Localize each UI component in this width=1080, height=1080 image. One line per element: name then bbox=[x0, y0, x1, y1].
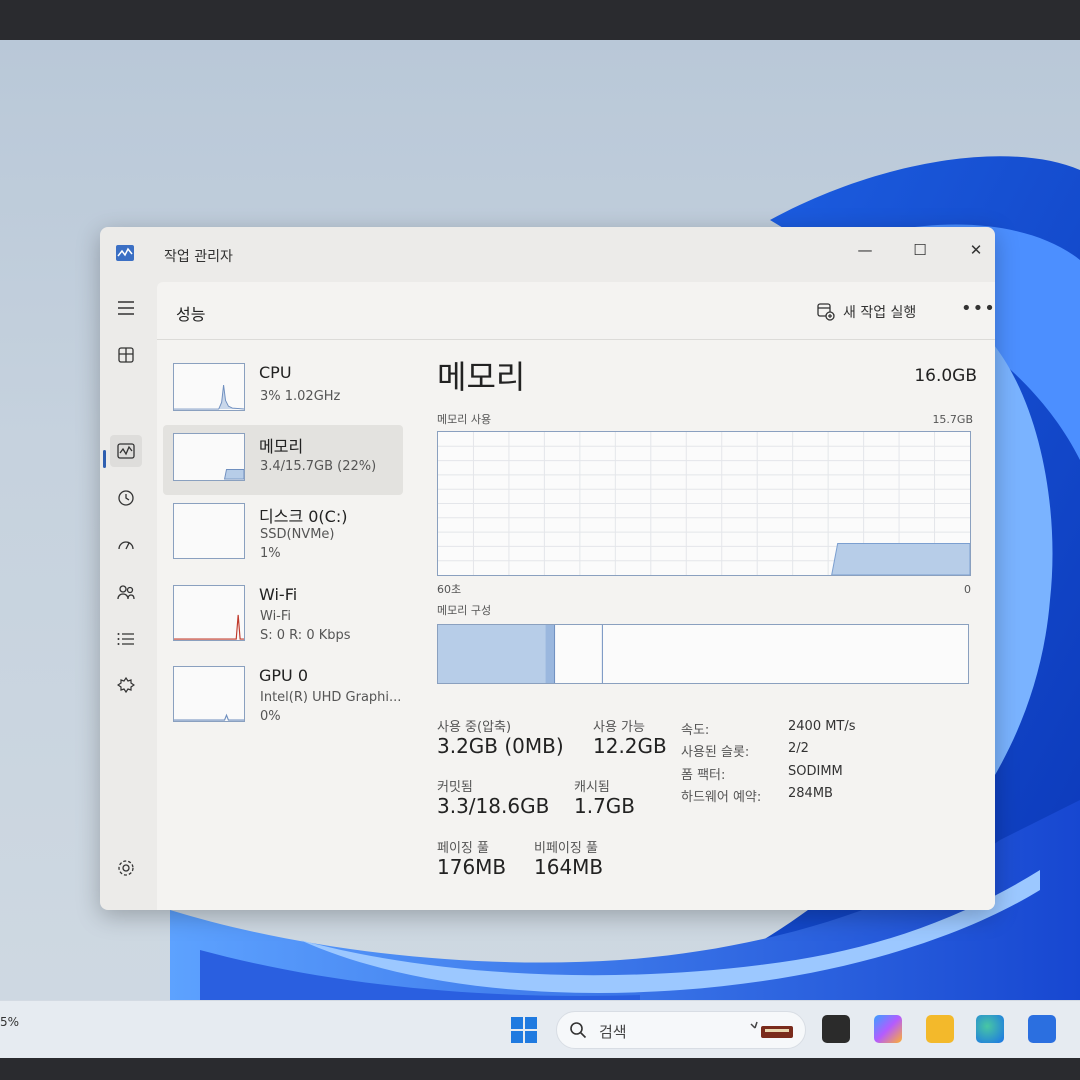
tray-fragment: 5% bbox=[0, 1015, 20, 1029]
resource-name: Wi-Fi bbox=[259, 585, 298, 604]
resource-detail: SSD(NVMe) bbox=[260, 527, 335, 542]
window-title: 작업 관리자 bbox=[164, 249, 233, 265]
memory-thumbnail-graph bbox=[173, 433, 245, 481]
resource-item-wifi[interactable]: Wi-Fi Wi-Fi S: 0 R: 0 Kbps bbox=[163, 577, 403, 647]
title-bar[interactable]: 작업 관리자 — ☐ ✕ bbox=[100, 227, 995, 277]
navigation-rail bbox=[100, 282, 155, 910]
speed-value: 2400 MT/s bbox=[788, 719, 856, 734]
content-header: 성능 새 작업 실행 ••• bbox=[157, 282, 995, 340]
memory-total: 16.0GB bbox=[914, 366, 977, 386]
graph-time-left: 60초 bbox=[437, 583, 462, 596]
menu-icon[interactable] bbox=[110, 292, 142, 324]
cpu-thumbnail-graph bbox=[173, 363, 245, 411]
resource-item-cpu[interactable]: CPU 3% 1.02GHz bbox=[163, 355, 403, 425]
resource-item-gpu[interactable]: GPU 0 Intel(R) UHD Graphi... 0% bbox=[163, 658, 403, 728]
slots-key: 사용된 슬롯: bbox=[681, 745, 750, 760]
performance-icon[interactable] bbox=[110, 435, 142, 467]
cached-label: 캐시됨 bbox=[574, 780, 610, 795]
resource-detail: 3.4/15.7GB (22%) bbox=[260, 459, 377, 474]
performance-content: 성능 새 작업 실행 ••• CPU 3% 1.02GHz 메모리 3.4/15… bbox=[157, 282, 995, 910]
app-history-icon[interactable] bbox=[110, 482, 142, 514]
search-placeholder: 검색 bbox=[599, 1023, 627, 1041]
run-new-task-button[interactable]: 새 작업 실행 bbox=[817, 302, 916, 322]
task-manager-app-icon bbox=[116, 245, 134, 261]
available-label: 사용 가능 bbox=[593, 720, 645, 735]
resource-detail: S: 0 R: 0 Kbps bbox=[260, 628, 351, 643]
in-use-label: 사용 중(압축) bbox=[437, 720, 512, 735]
usage-graph-label: 메모리 사용 bbox=[437, 413, 492, 426]
run-new-task-label: 새 작업 실행 bbox=[843, 305, 917, 321]
search-icon bbox=[570, 1022, 587, 1039]
committed-value: 3.3/18.6GB bbox=[437, 794, 550, 818]
taskbar-search-box[interactable]: 검색 bbox=[556, 1011, 806, 1049]
resource-item-memory[interactable]: 메모리 3.4/15.7GB (22%) bbox=[163, 425, 403, 495]
in-use-segment bbox=[438, 625, 548, 683]
task-manager-window: 작업 관리자 — ☐ ✕ 성능 새 작업 실행 ••• CPU 3% 1.02G… bbox=[100, 227, 995, 910]
page-title: 성능 bbox=[176, 305, 206, 324]
more-options-button[interactable]: ••• bbox=[961, 298, 995, 319]
monitor-bezel-bottom bbox=[0, 1058, 1080, 1080]
nonpaged-pool-label: 비페이징 풀 bbox=[534, 841, 598, 856]
resource-name: CPU bbox=[259, 363, 292, 382]
processes-icon[interactable] bbox=[110, 339, 142, 371]
hardware-reserved-value: 284MB bbox=[788, 786, 833, 801]
resource-name: 메모리 bbox=[259, 437, 304, 456]
nonpaged-pool-value: 164MB bbox=[534, 855, 604, 879]
memory-usage-area bbox=[831, 543, 970, 575]
form-factor-key: 폼 팩터: bbox=[681, 768, 726, 783]
committed-label: 커밋됨 bbox=[437, 780, 473, 795]
task-view-icon[interactable] bbox=[822, 1015, 850, 1043]
resource-name: GPU 0 bbox=[259, 666, 309, 685]
resource-detail: 0% bbox=[260, 709, 281, 724]
resource-detail: 1% bbox=[260, 546, 281, 561]
startup-apps-icon[interactable] bbox=[110, 529, 142, 561]
speed-key: 속도: bbox=[681, 723, 710, 738]
taskbar: 5% 검색 bbox=[0, 1000, 1080, 1058]
maximize-button[interactable]: ☐ bbox=[900, 236, 940, 264]
disk-thumbnail-graph bbox=[173, 503, 245, 559]
paged-pool-value: 176MB bbox=[437, 855, 507, 879]
gpu-thumbnail-graph bbox=[173, 666, 245, 722]
slots-value: 2/2 bbox=[788, 741, 809, 756]
microsoft-store-icon[interactable] bbox=[1028, 1015, 1056, 1043]
paged-pool-label: 페이징 풀 bbox=[437, 841, 489, 856]
search-highlight-icon bbox=[750, 1021, 793, 1038]
edge-browser-icon[interactable] bbox=[976, 1015, 1004, 1043]
resource-detail: 3% 1.02GHz bbox=[260, 389, 341, 404]
details-icon[interactable] bbox=[110, 623, 142, 655]
available-value: 12.2GB bbox=[593, 734, 667, 758]
detail-title: 메모리 bbox=[437, 358, 526, 396]
file-explorer-icon[interactable] bbox=[926, 1015, 954, 1043]
memory-composition-bar bbox=[437, 624, 969, 684]
modified-segment bbox=[545, 625, 555, 683]
services-icon[interactable] bbox=[110, 670, 142, 702]
cached-value: 1.7GB bbox=[574, 794, 636, 818]
active-nav-indicator bbox=[103, 450, 106, 468]
settings-icon[interactable] bbox=[110, 852, 142, 884]
monitor-bezel-top bbox=[0, 0, 1080, 40]
close-button[interactable]: ✕ bbox=[956, 236, 995, 264]
resource-detail: Wi-Fi bbox=[260, 609, 292, 624]
users-icon[interactable] bbox=[110, 576, 142, 608]
copilot-icon[interactable] bbox=[874, 1015, 902, 1043]
graph-time-right: 0 bbox=[964, 583, 971, 596]
new-task-icon bbox=[817, 303, 835, 321]
desktop-screen: 작업 관리자 — ☐ ✕ 성능 새 작업 실행 ••• CPU 3% 1.02G… bbox=[0, 40, 1080, 1058]
minimize-button[interactable]: — bbox=[845, 236, 885, 264]
composition-label: 메모리 구성 bbox=[437, 604, 492, 617]
resource-detail: Intel(R) UHD Graphi... bbox=[260, 690, 402, 705]
in-use-value: 3.2GB (0MB) bbox=[437, 734, 564, 758]
wifi-thumbnail-graph bbox=[173, 585, 245, 641]
hardware-reserved-key: 하드웨어 예약: bbox=[681, 790, 762, 805]
start-button-icon[interactable] bbox=[510, 1016, 538, 1044]
memory-usage-graph bbox=[437, 431, 971, 576]
resource-item-disk[interactable]: 디스크 0(C:) SSD(NVMe) 1% bbox=[163, 495, 403, 565]
resource-name: 디스크 0(C:) bbox=[259, 507, 348, 526]
form-factor-value: SODIMM bbox=[788, 764, 843, 779]
usage-graph-max: 15.7GB bbox=[932, 413, 973, 426]
